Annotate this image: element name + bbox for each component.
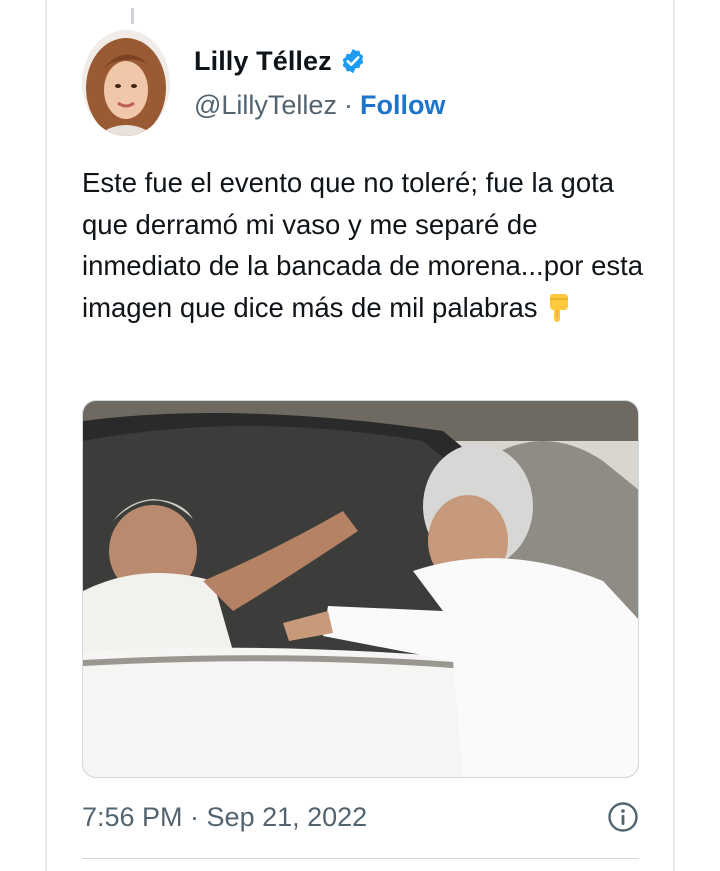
divider — [82, 858, 639, 859]
info-icon[interactable] — [607, 801, 639, 833]
right-border — [673, 0, 675, 871]
name-row: Lilly Téllez — [194, 41, 445, 81]
pointing-down-emoji-icon — [544, 293, 572, 323]
tweet-photo[interactable] — [82, 400, 639, 778]
handle-row: @LillyTellez · Follow — [194, 85, 445, 125]
author-name[interactable]: Lilly Téllez — [194, 46, 332, 77]
author-handle[interactable]: @LillyTellez — [194, 90, 337, 121]
avatar[interactable] — [82, 30, 170, 136]
tweet-header: Lilly Téllez @LillyTellez · Follow — [82, 28, 445, 138]
user-info: Lilly Téllez @LillyTellez · Follow — [194, 41, 445, 125]
tweet-footer: 7:56 PM · Sep 21, 2022 — [82, 797, 639, 837]
tweet-card[interactable]: Lilly Téllez @LillyTellez · Follow Este … — [47, 0, 673, 871]
follow-button[interactable]: Follow — [360, 90, 445, 121]
photo-image — [83, 401, 638, 777]
verified-badge-icon — [339, 47, 367, 75]
separator: · — [343, 89, 353, 120]
timestamp[interactable]: 7:56 PM · Sep 21, 2022 — [82, 802, 367, 833]
tweet-text: Este fue el evento que no toleré; fue la… — [82, 162, 652, 328]
